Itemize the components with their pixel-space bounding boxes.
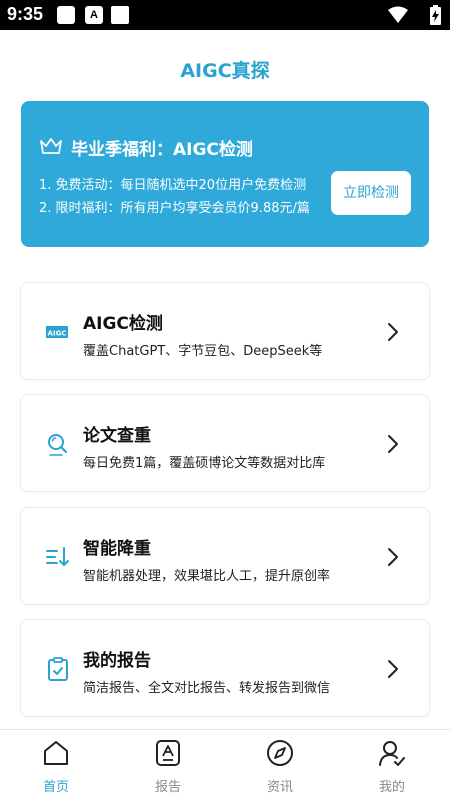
clipboard-check-icon <box>48 657 68 681</box>
user-icon <box>379 741 405 766</box>
banner-line: 2. 限时福利：所有用户均享受会员价9.88元/篇 <box>39 201 310 216</box>
detect-now-button[interactable]: 立即检测 <box>331 171 411 215</box>
report-icon <box>156 740 180 766</box>
status-time: 9:35 <box>7 4 44 24</box>
svg-text:AIGC: AIGC <box>48 330 67 338</box>
tab-home[interactable]: 首页 <box>0 730 112 800</box>
banner-line: 1. 免费活动：每日随机选中20位用户免费检测 <box>39 178 307 193</box>
wifi-icon <box>388 6 408 23</box>
crown-icon <box>40 138 62 154</box>
tab-label: 报告 <box>154 780 181 795</box>
service-subtitle: 每日免费1篇，覆盖硕博论文等数据对比库 <box>83 456 326 471</box>
search-icon <box>48 434 68 456</box>
tab-report[interactable]: 报告 <box>112 730 224 800</box>
service-card-plagiarism-check[interactable]: 论文查重 每日免费1篇，覆盖硕博论文等数据对比库 <box>20 394 430 492</box>
service-title: 我的报告 <box>83 651 151 671</box>
promo-banner: 毕业季福利：AIGC检测 1. 免费活动：每日随机选中20位用户免费检测 2. … <box>21 101 429 247</box>
tab-label: 资讯 <box>266 780 293 795</box>
service-subtitle: 覆盖ChatGPT、字节豆包、DeepSeek等 <box>83 344 323 359</box>
notification-icon <box>57 6 75 24</box>
banner-title: 毕业季福利：AIGC检测 <box>71 140 253 160</box>
tab-mine[interactable]: 我的 <box>336 730 448 800</box>
chevron-right-icon <box>388 435 398 453</box>
status-bar: 9:35 A <box>0 0 450 30</box>
aigc-badge-icon: AIGC <box>46 326 68 338</box>
chevron-right-icon <box>388 548 398 566</box>
service-card-smart-rewrite[interactable]: 智能降重 智能机器处理，效果堪比人工，提升原创率 <box>20 507 430 605</box>
service-title: 智能降重 <box>83 539 151 559</box>
service-subtitle: 简洁报告、全文对比报告、转发报告到微信 <box>83 681 331 696</box>
service-card-aigc[interactable]: AIGC AIGC检测 覆盖ChatGPT、字节豆包、DeepSeek等 <box>20 282 430 380</box>
notification-icon <box>111 6 129 24</box>
chevron-right-icon <box>388 660 398 678</box>
chevron-right-icon <box>388 323 398 341</box>
sort-down-icon <box>46 547 69 566</box>
service-subtitle: 智能机器处理，效果堪比人工，提升原创率 <box>83 569 331 584</box>
compass-icon <box>267 740 293 766</box>
notification-a-icon: A <box>85 6 103 24</box>
page-title: AIGC真探 <box>180 60 270 82</box>
bottom-tab-bar: 首页 报告 资讯 我的 <box>0 729 450 800</box>
home-icon <box>44 741 68 765</box>
tab-label: 首页 <box>42 780 69 795</box>
battery-charging-icon <box>430 5 441 25</box>
service-title: 论文查重 <box>83 426 151 446</box>
service-title: AIGC检测 <box>83 314 163 334</box>
tab-label: 我的 <box>378 780 405 795</box>
service-card-my-reports[interactable]: 我的报告 简洁报告、全文对比报告、转发报告到微信 <box>20 619 430 717</box>
tab-news[interactable]: 资讯 <box>224 730 336 800</box>
